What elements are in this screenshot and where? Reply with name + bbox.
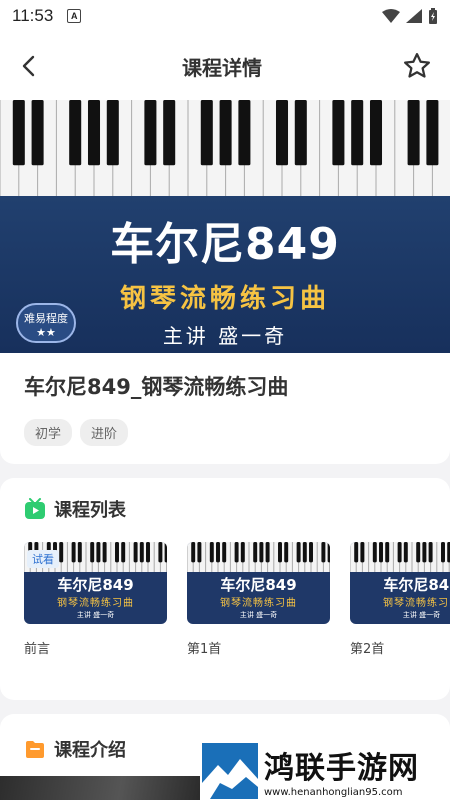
course-title: 车尔尼849_钢琴流畅练习曲 (24, 375, 289, 399)
lesson-list: 试看 车尔尼849 钢琴流畅练习曲 主讲 盛一奇 前言 车尔尼849 钢琴流畅练… (24, 542, 450, 657)
difficulty-label: 难易程度 (24, 312, 68, 325)
lesson-item-2[interactable]: 车尔尼849 钢琴流畅练习曲 主讲 盛一奇 第2首 (350, 542, 450, 657)
difficulty-badge: 难易程度 ★★ (16, 303, 76, 343)
piano-keys-graphic (0, 100, 450, 196)
thumb-title: 车尔尼849 (220, 576, 297, 594)
thumb-subtitle: 钢琴流畅练习曲 (220, 598, 297, 609)
tv-icon (25, 498, 45, 519)
site-watermark: 鸿联手游网 www.henanhonglian95.com (200, 741, 450, 800)
course-tags: 初学 进阶 (24, 419, 426, 446)
thumb-teacher: 主讲 盛一奇 (402, 611, 441, 619)
thumb-subtitle: 钢琴流畅练习曲 (383, 598, 450, 609)
course-list-card: 课程列表 试看 车尔尼849 钢琴流畅练习曲 主讲 盛一奇 前言 车尔尼849 … (0, 478, 450, 700)
lesson-name: 第1首 (187, 642, 222, 657)
difficulty-stars: ★★ (36, 326, 56, 339)
signal-icon (406, 9, 422, 23)
watermark-name: 鸿联手游网 (264, 751, 419, 786)
status-bar: 11:53 A (0, 0, 450, 32)
tag-advanced: 进阶 (80, 419, 129, 446)
course-info-card: 车尔尼849_钢琴流畅练习曲 初学 进阶 (0, 353, 450, 464)
lesson-thumbnail: 车尔尼849 钢琴流畅练习曲 主讲 盛一奇 (350, 542, 450, 624)
lesson-thumbnail: 试看 车尔尼849 钢琴流畅练习曲 主讲 盛一奇 (24, 542, 167, 624)
folder-icon (26, 741, 44, 758)
lesson-name: 第2首 (350, 642, 385, 657)
bottom-image-strip (0, 776, 200, 800)
page-title: 课程详情 (182, 55, 262, 80)
battery-icon (429, 8, 437, 24)
nav-bar: 课程详情 (0, 32, 450, 100)
notification-a-icon: A (67, 9, 82, 23)
lesson-thumbnail: 车尔尼849 钢琴流畅练习曲 主讲 盛一奇 (187, 542, 330, 624)
lesson-name: 前言 (24, 642, 51, 657)
lesson-item-1[interactable]: 车尔尼849 钢琴流畅练习曲 主讲 盛一奇 第1首 (187, 542, 330, 657)
thumb-subtitle: 钢琴流畅练习曲 (57, 598, 134, 609)
back-arrow-icon[interactable] (18, 54, 42, 78)
status-time: 11:53 (12, 6, 54, 25)
watermark-logo-icon (202, 742, 258, 799)
course-intro-title: 课程介绍 (54, 740, 126, 761)
thumb-teacher: 主讲 盛一奇 (76, 611, 115, 619)
banner-title: 车尔尼849 (110, 219, 340, 270)
course-list-header: 课程列表 (24, 496, 450, 522)
tag-beginner: 初学 (24, 419, 73, 446)
watermark-url: www.henanhonglian95.com (264, 787, 403, 798)
lesson-item-preface[interactable]: 试看 车尔尼849 钢琴流畅练习曲 主讲 盛一奇 前言 (24, 542, 167, 657)
thumb-title: 车尔尼849 (383, 576, 450, 594)
wifi-icon (382, 9, 400, 23)
thumb-title: 车尔尼849 (57, 576, 134, 594)
thumb-teacher: 主讲 盛一奇 (239, 611, 278, 619)
thumb-piano-keys (187, 542, 330, 572)
trial-badge: 试看 (27, 550, 59, 568)
star-favorite-icon[interactable] (402, 51, 432, 81)
thumb-piano-keys (350, 542, 450, 572)
course-banner-image: 车尔尼849 钢琴流畅练习曲 主讲 盛一奇 难易程度 ★★ (0, 100, 450, 353)
course-list-title: 课程列表 (54, 500, 126, 521)
